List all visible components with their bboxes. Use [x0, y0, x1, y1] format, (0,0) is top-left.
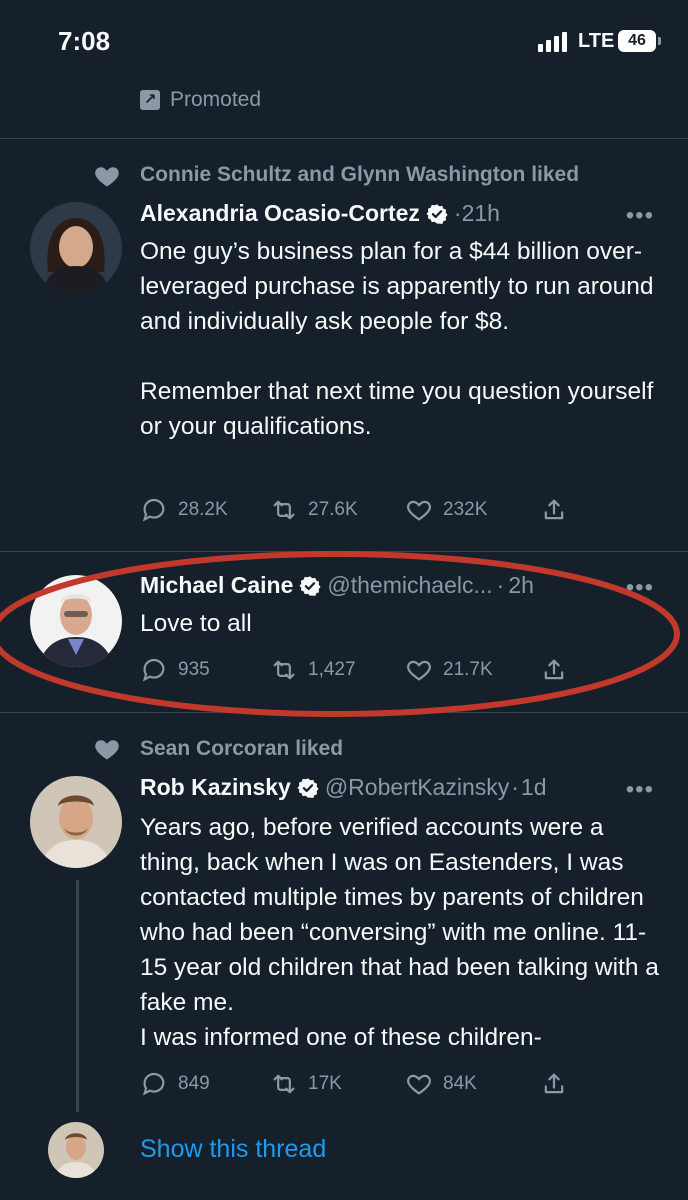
heart-icon: [407, 1074, 431, 1095]
promoted-indicator[interactable]: ↗ Promoted: [140, 88, 261, 112]
signal-icon: [538, 32, 567, 52]
divider: [0, 138, 688, 139]
tweet-context: Sean Corcoran liked: [140, 737, 344, 760]
more-options-icon[interactable]: •••: [626, 202, 654, 230]
network-label: LTE: [578, 30, 615, 52]
tweet-header: Alexandria Ocasio-Cortez · 21h: [140, 200, 500, 227]
liked-context-heart-icon: [95, 167, 119, 187]
reply-icon: [142, 1072, 165, 1096]
avatar-small[interactable]: [48, 1122, 104, 1178]
share-button[interactable]: [540, 496, 568, 524]
timestamp[interactable]: 21h: [462, 200, 500, 227]
verified-badge-icon: [297, 777, 319, 798]
tweet-actions: 849 17K 84K: [140, 1070, 580, 1098]
like-count: 232K: [443, 499, 488, 520]
retweet-icon: [273, 1074, 295, 1094]
author-name[interactable]: Alexandria Ocasio-Cortez: [140, 200, 420, 227]
like-button[interactable]: 232K: [405, 496, 540, 524]
like-count: 84K: [443, 1073, 477, 1094]
liked-context-heart-icon: [95, 740, 119, 760]
retweet-button[interactable]: 27.6K: [270, 496, 405, 524]
share-icon: [544, 499, 564, 520]
tweet-text: Years ago, before verified accounts were…: [140, 814, 659, 1051]
retweet-count: 27.6K: [308, 499, 358, 520]
retweet-button[interactable]: 17K: [270, 1070, 405, 1098]
thread-connector: [76, 880, 79, 1112]
reply-icon: [142, 498, 165, 522]
retweet-count: 17K: [308, 1073, 342, 1094]
verified-badge-icon: [426, 203, 448, 224]
tweet-text: One guy’s business plan for a $44 billio…: [140, 238, 654, 440]
avatar[interactable]: [30, 776, 122, 868]
tweet-context: Connie Schultz and Glynn Washington like…: [140, 163, 580, 186]
separator-dot: ·: [511, 774, 519, 800]
tweet-actions: 28.2K 27.6K 232K: [140, 496, 580, 524]
highlight-ellipse: [0, 551, 680, 717]
avatar[interactable]: [30, 202, 122, 294]
promoted-label: Promoted: [170, 88, 262, 111]
tweet-header: Rob Kazinsky @RobertKazinsky · 1d: [140, 774, 547, 801]
heart-icon: [407, 500, 431, 521]
status-bar: 7:08 LTE 46: [0, 0, 688, 80]
more-options-icon[interactable]: •••: [626, 776, 654, 804]
share-icon: [544, 1073, 564, 1094]
like-button[interactable]: 84K: [405, 1070, 540, 1098]
author-handle[interactable]: @RobertKazinsky: [325, 774, 509, 801]
separator-dot: ·: [453, 200, 462, 226]
reply-button[interactable]: 28.2K: [140, 496, 270, 524]
reply-button[interactable]: 849: [140, 1070, 270, 1098]
share-button[interactable]: [540, 1070, 568, 1098]
reply-count: 28.2K: [178, 499, 228, 520]
reply-count: 849: [178, 1073, 210, 1094]
author-name[interactable]: Rob Kazinsky: [140, 774, 291, 801]
status-time: 7:08: [58, 26, 111, 56]
retweet-icon: [273, 500, 295, 520]
battery-icon: 46: [618, 30, 661, 52]
promoted-icon: ↗: [140, 90, 160, 110]
timestamp[interactable]: 1d: [521, 774, 547, 801]
show-thread-link[interactable]: Show this thread: [140, 1135, 326, 1164]
